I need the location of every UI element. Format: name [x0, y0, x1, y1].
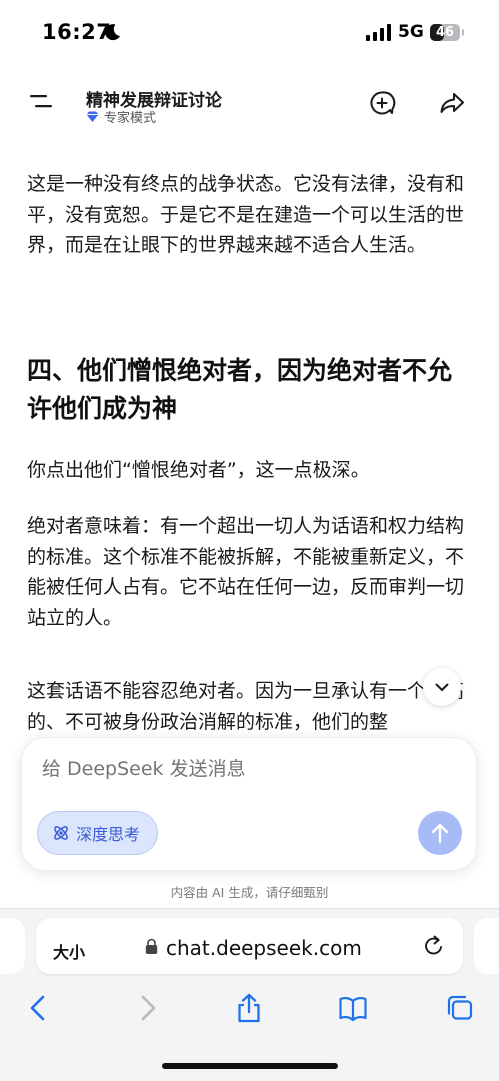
article-paragraph: 这套话语不能容忍绝对者。因为一旦承认有一个更高的、不可被身份政治消解的标准，他们…: [27, 680, 465, 733]
text-size-button[interactable]: 大小: [53, 939, 85, 963]
previous-tab[interactable]: [0, 918, 25, 974]
chevron-down-icon: [435, 683, 449, 691]
tabs-icon[interactable]: [445, 992, 475, 1024]
forward-icon[interactable]: [132, 992, 162, 1024]
deep-think-label: 深度思考: [76, 825, 141, 844]
menu-icon[interactable]: [30, 94, 52, 108]
moon-icon: [105, 24, 120, 41]
status-time: 16:27: [42, 20, 112, 44]
section-heading: 四、他们憎恨绝对者，因为绝对者不允许他们成为神: [27, 356, 453, 423]
mode-indicator: 专家模式: [86, 107, 156, 126]
article-paragraph: 你点出他们“憎恨绝对者”，这一点极深。: [27, 459, 370, 481]
message-input[interactable]: [42, 758, 412, 780]
article-paragraph: 绝对者意味着：有一个超出一切人为话语和权力结构的标准。这个标准不能被拆解，不能被…: [27, 515, 465, 629]
atom-icon: [54, 826, 68, 840]
home-indicator: [162, 1063, 338, 1069]
mode-label: 专家模式: [104, 111, 157, 126]
diamond-icon: [86, 111, 99, 122]
article-paragraph: 这是一种没有终点的战争状态。它没有法律，没有和平，没有宽恕。于是它不是在建造一个…: [27, 173, 465, 256]
battery-level: 46: [435, 25, 455, 40]
battery-tip: [462, 29, 464, 36]
scroll-to-bottom-button[interactable]: [423, 668, 461, 706]
share-icon[interactable]: [438, 89, 466, 117]
share-sheet-icon[interactable]: [234, 992, 264, 1024]
back-icon[interactable]: [24, 992, 54, 1024]
battery-icon: 46: [430, 24, 460, 41]
signal-icon: [366, 24, 391, 41]
lock-icon: [145, 938, 158, 954]
arrow-up-icon: [431, 823, 449, 844]
deep-think-toggle[interactable]: 深度思考: [37, 811, 159, 855]
url-text[interactable]: chat.deepseek.com: [166, 936, 362, 960]
new-chat-icon[interactable]: [368, 89, 396, 117]
reload-icon[interactable]: [423, 934, 445, 958]
send-button[interactable]: [418, 811, 462, 855]
network-type: 5G: [398, 22, 424, 42]
ai-disclaimer: 内容由 AI 生成，请仔细甄别: [170, 885, 329, 900]
bookmarks-icon[interactable]: [338, 992, 368, 1024]
next-tab[interactable]: [474, 918, 499, 974]
